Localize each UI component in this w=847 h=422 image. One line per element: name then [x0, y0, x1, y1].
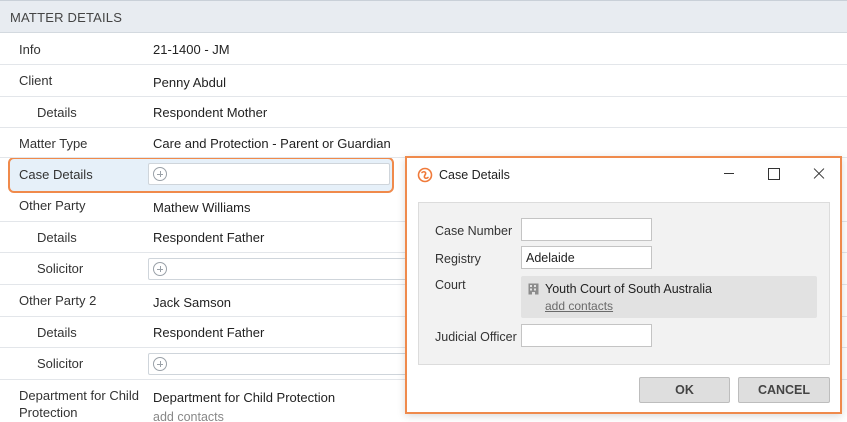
info-label: Info: [19, 42, 41, 57]
close-icon[interactable]: [809, 164, 829, 182]
judicial-officer-label: Judicial Officer: [435, 330, 517, 344]
dialog-body: Case Number Registry Court Youth Court o…: [418, 202, 830, 365]
judicial-officer-input[interactable]: [521, 324, 652, 347]
other-party2-solicitor-field[interactable]: [148, 353, 408, 375]
other-party2-value[interactable]: Jack Samson: [153, 295, 231, 310]
other-party-details-value: Respondent Father: [153, 230, 265, 245]
case-details-dialog: Case Details Case Number Registry Court …: [405, 156, 842, 414]
department-add-contacts-link[interactable]: add contacts: [153, 410, 224, 422]
cancel-button[interactable]: CANCEL: [738, 377, 830, 403]
client-details-row: Details Respondent Mother: [0, 97, 847, 128]
client-value[interactable]: Penny Abdul: [153, 75, 226, 90]
client-label: Client: [19, 73, 53, 88]
case-number-label: Case Number: [435, 224, 513, 238]
other-party-label: Other Party: [19, 198, 86, 213]
info-row: Info 21-1400 - JM: [0, 33, 847, 65]
matter-type-value: Care and Protection - Parent or Guardian: [153, 136, 391, 151]
maximize-icon[interactable]: [763, 164, 783, 182]
registry-input[interactable]: [521, 246, 652, 269]
other-party2-solicitor-label: Solicitor: [37, 356, 84, 371]
court-name[interactable]: Youth Court of South Australia: [545, 282, 712, 296]
dialog-title-bar: Case Details: [417, 166, 510, 184]
registry-label: Registry: [435, 252, 481, 266]
other-party-solicitor-label: Solicitor: [37, 261, 84, 276]
client-row: Client Penny Abdul: [0, 65, 847, 97]
other-party-solicitor-field[interactable]: [148, 258, 408, 280]
section-header: MATTER DETAILS: [0, 0, 847, 33]
case-details-label: Case Details: [19, 167, 93, 182]
other-party-details-label: Details: [37, 230, 77, 245]
court-field[interactable]: Youth Court of South Australia add conta…: [521, 276, 817, 318]
other-party2-label: Other Party 2: [19, 293, 97, 308]
minimize-icon[interactable]: [719, 164, 739, 182]
plus-circle-icon[interactable]: [153, 167, 167, 181]
dialog-title: Case Details: [439, 168, 510, 182]
other-party2-details-value: Respondent Father: [153, 325, 265, 340]
building-icon: [528, 283, 539, 295]
plus-circle-icon[interactable]: [153, 262, 167, 276]
ok-button[interactable]: OK: [639, 377, 730, 403]
case-details-field[interactable]: [148, 163, 390, 185]
court-label: Court: [435, 278, 466, 292]
department-label: Department for Child Protection: [19, 388, 139, 420]
swirl-logo-icon: [417, 167, 433, 183]
other-party-value[interactable]: Mathew Williams: [153, 200, 251, 215]
matter-type-label: Matter Type: [19, 136, 88, 151]
department-value[interactable]: Department for Child Protection: [153, 390, 335, 405]
client-details-label: Details: [37, 105, 77, 120]
matter-type-row: Matter Type Care and Protection - Parent…: [0, 128, 847, 158]
plus-circle-icon[interactable]: [153, 357, 167, 371]
section-title: MATTER DETAILS: [10, 10, 123, 25]
client-details-value: Respondent Mother: [153, 105, 268, 120]
info-value: 21-1400 - JM: [153, 42, 230, 57]
case-number-input[interactable]: [521, 218, 652, 241]
other-party2-details-label: Details: [37, 325, 77, 340]
court-add-contacts-link[interactable]: add contacts: [545, 299, 613, 313]
